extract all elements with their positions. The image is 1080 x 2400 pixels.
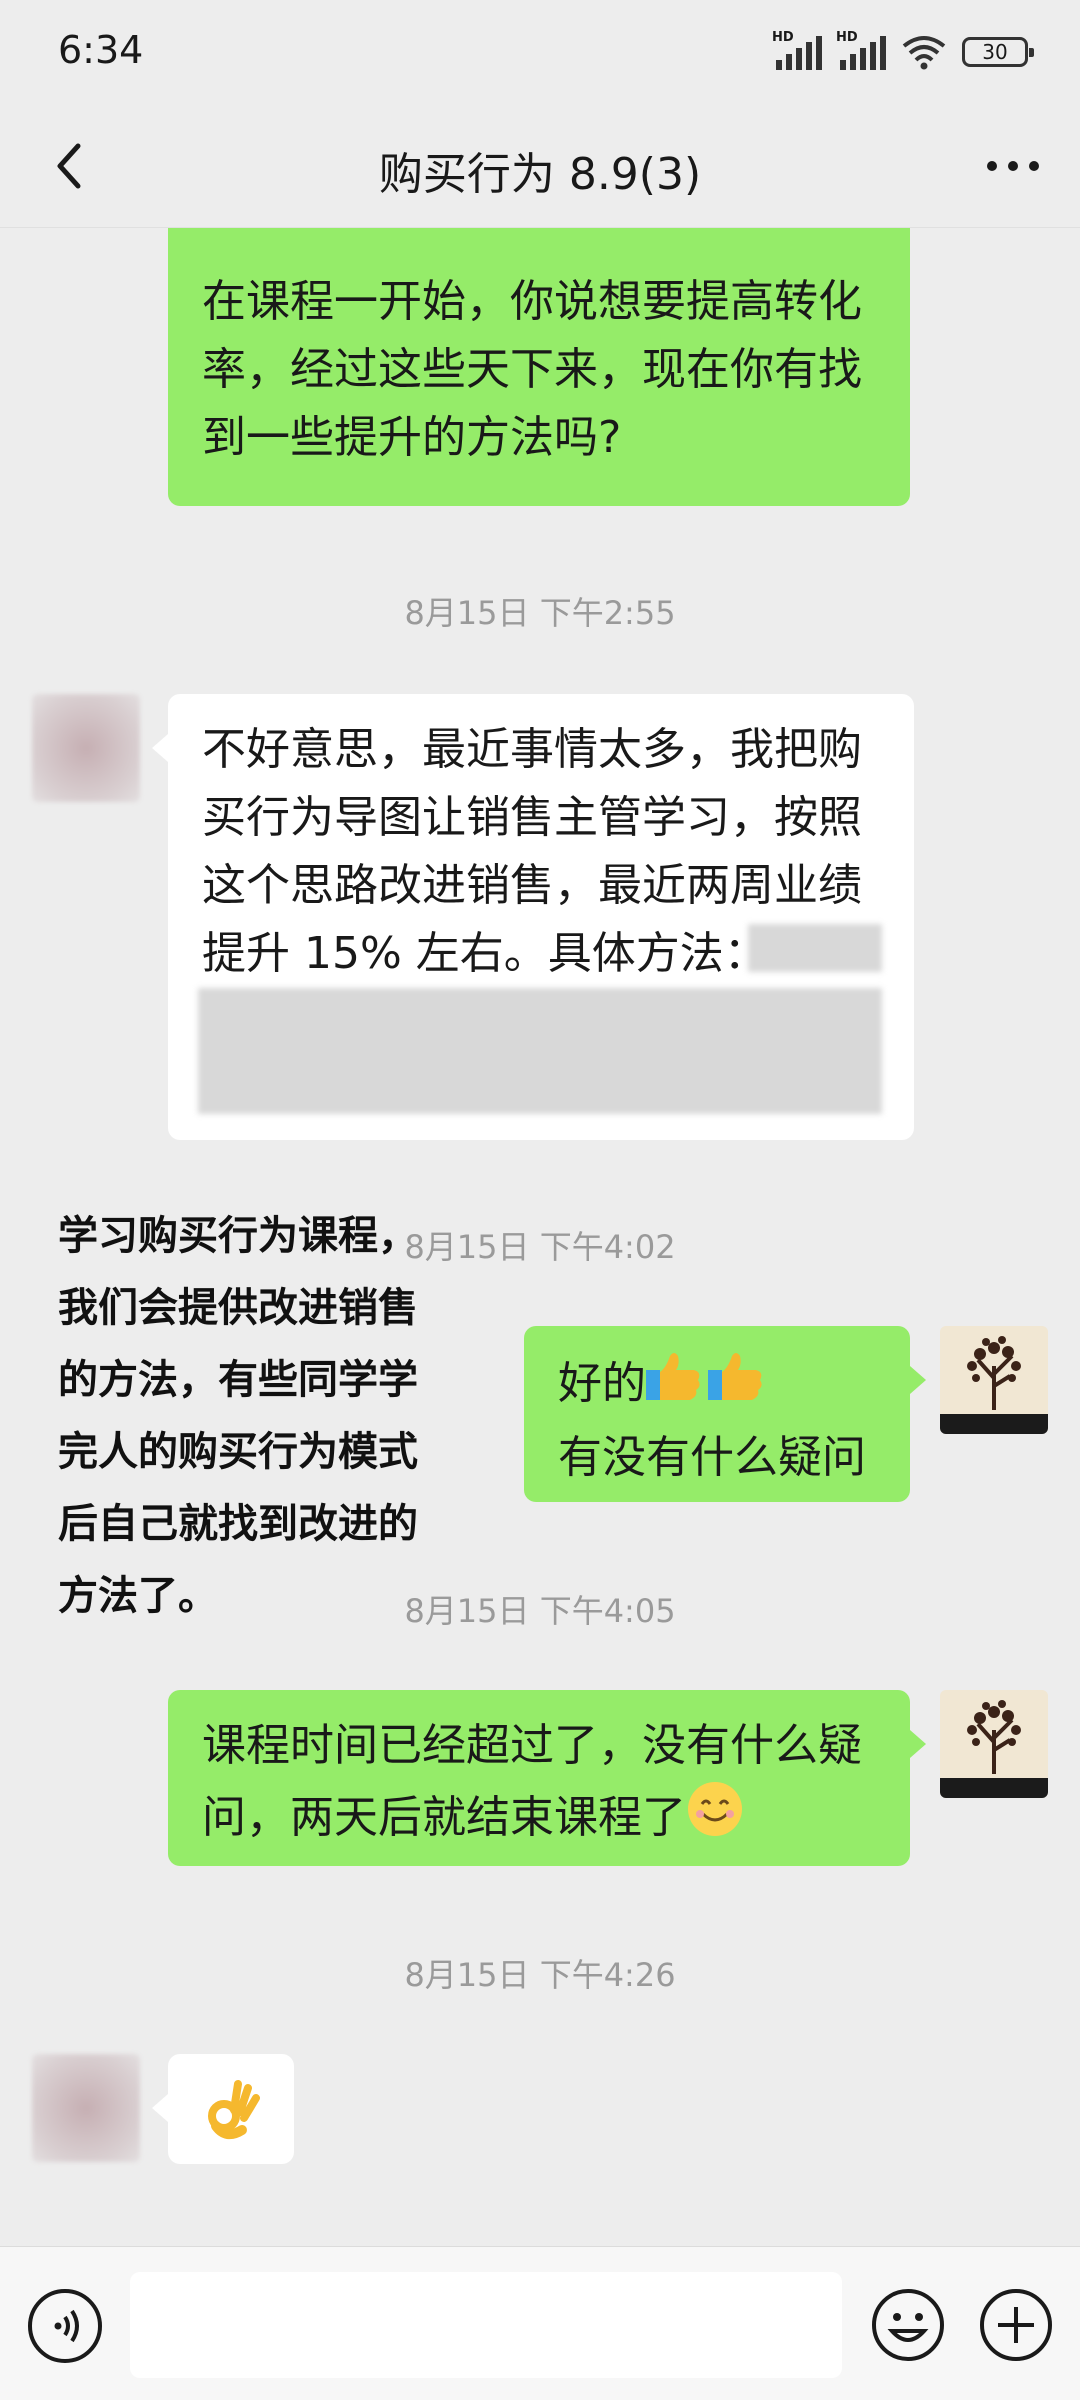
input-bar bbox=[0, 2246, 1080, 2400]
avatar-self[interactable] bbox=[940, 1326, 1048, 1434]
status-icons: HD HD 30 bbox=[772, 30, 1034, 70]
wifi-icon bbox=[902, 36, 946, 70]
redacted-text bbox=[748, 924, 882, 972]
smile-emoji bbox=[686, 1780, 744, 1858]
avatar[interactable] bbox=[32, 2054, 140, 2162]
timestamp: 8月15日 下午2:55 bbox=[404, 594, 676, 632]
tree-logo-icon bbox=[967, 1336, 1021, 1410]
chat-title: 购买行为 8.9(3) bbox=[378, 149, 702, 200]
tree-logo-icon bbox=[967, 1700, 1021, 1774]
more-dots-icon[interactable] bbox=[978, 136, 1048, 196]
message-bubble-sent[interactable]: 好的 有没有什么疑问 bbox=[524, 1326, 926, 1502]
voice-icon[interactable] bbox=[28, 2289, 102, 2363]
avatar-self[interactable] bbox=[940, 1690, 1048, 1798]
ok-hand-emoji bbox=[196, 2080, 266, 2155]
chat-header: 购买行为 8.9(3) bbox=[0, 108, 1080, 228]
status-bar: 6:34 HD HD 30 bbox=[0, 0, 1080, 108]
redacted-text bbox=[198, 988, 882, 1114]
emoji-icon[interactable] bbox=[870, 2287, 946, 2363]
avatar[interactable] bbox=[32, 694, 140, 802]
thumbs-up-emoji bbox=[646, 1348, 770, 1424]
timestamp: 8月15日 下午4:26 bbox=[404, 1956, 676, 1994]
message-input[interactable] bbox=[130, 2272, 842, 2378]
plus-icon[interactable] bbox=[978, 2287, 1054, 2363]
message-bubble-sent[interactable]: 课程时间已经超过了，没有什么疑 问，两天后就结束课程了 bbox=[168, 1690, 926, 1866]
signal-icon-2: HD bbox=[836, 30, 886, 70]
status-time: 6:34 bbox=[58, 28, 144, 72]
overlay-annotation: 学习购买行为课程， 我们会提供改进销售 的方法，有些同学学 完人的购买行为模式 … bbox=[58, 1213, 418, 1619]
signal-icon: HD bbox=[772, 30, 822, 70]
message-bubble-received[interactable] bbox=[152, 2054, 294, 2164]
battery-icon: 30 bbox=[962, 37, 1034, 67]
message-bubble-sent[interactable]: 在课程一开始，你说想要提高转化 率，经过这些天下来，现在你有找 到一些提升的方法… bbox=[168, 228, 910, 506]
